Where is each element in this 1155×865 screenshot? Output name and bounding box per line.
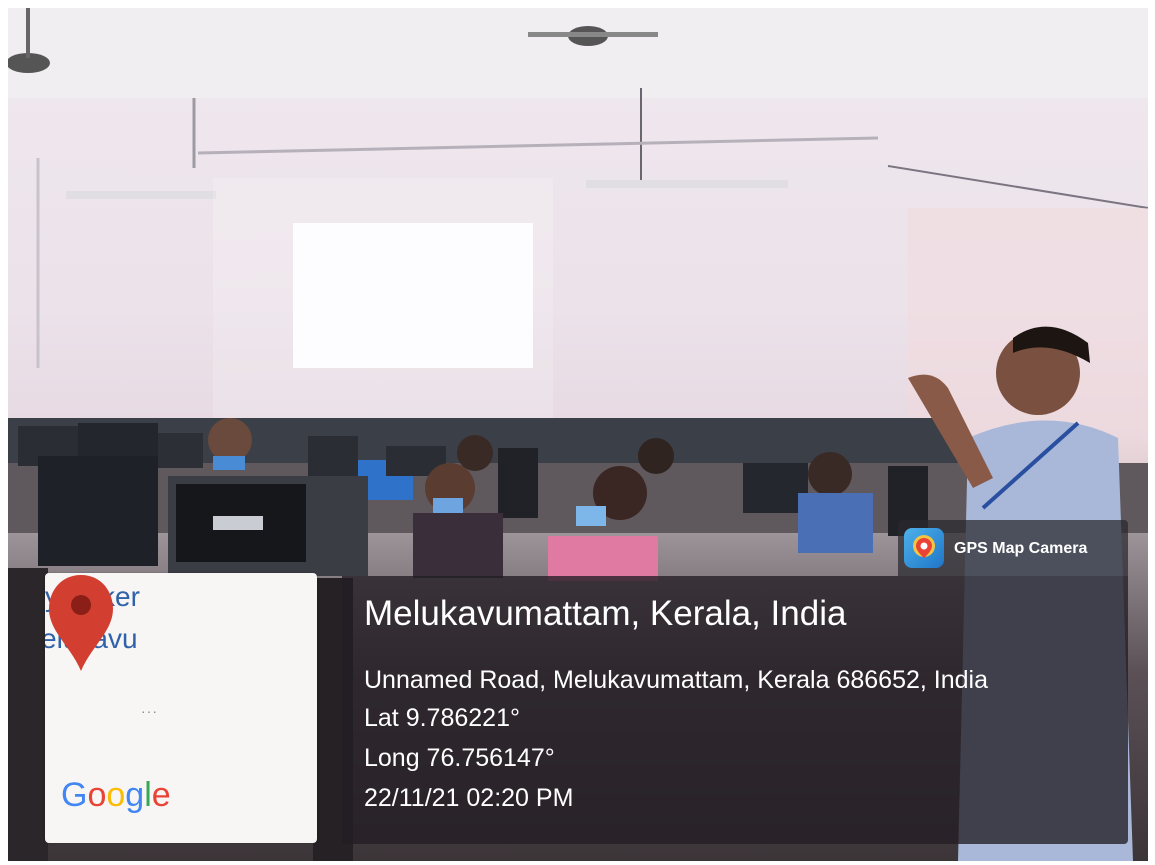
place-name: Melukavumattam, Kerala, India xyxy=(364,594,847,633)
address: Unnamed Road, Melukavumattam, Kerala 686… xyxy=(364,666,988,694)
map-thumbnail: y Baker elukavu ··· Google xyxy=(45,573,317,843)
app-badge: GPS Map Camera xyxy=(898,520,1128,576)
longitude: Long 76.756147° xyxy=(364,744,555,772)
latitude: Lat 9.786221° xyxy=(364,704,520,732)
app-icon xyxy=(904,528,944,568)
map-dots: ··· xyxy=(141,703,158,719)
gps-info-panel: Melukavumattam, Kerala, India Unnamed Ro… xyxy=(342,576,1128,844)
datetime: 22/11/21 02:20 PM xyxy=(364,784,574,812)
app-name: GPS Map Camera xyxy=(954,540,1088,557)
location-pin-icon xyxy=(49,575,113,671)
google-logo: Google xyxy=(61,776,171,814)
classroom-photo: y Baker elukavu ··· Google GPS Map Camer… xyxy=(8,8,1148,861)
